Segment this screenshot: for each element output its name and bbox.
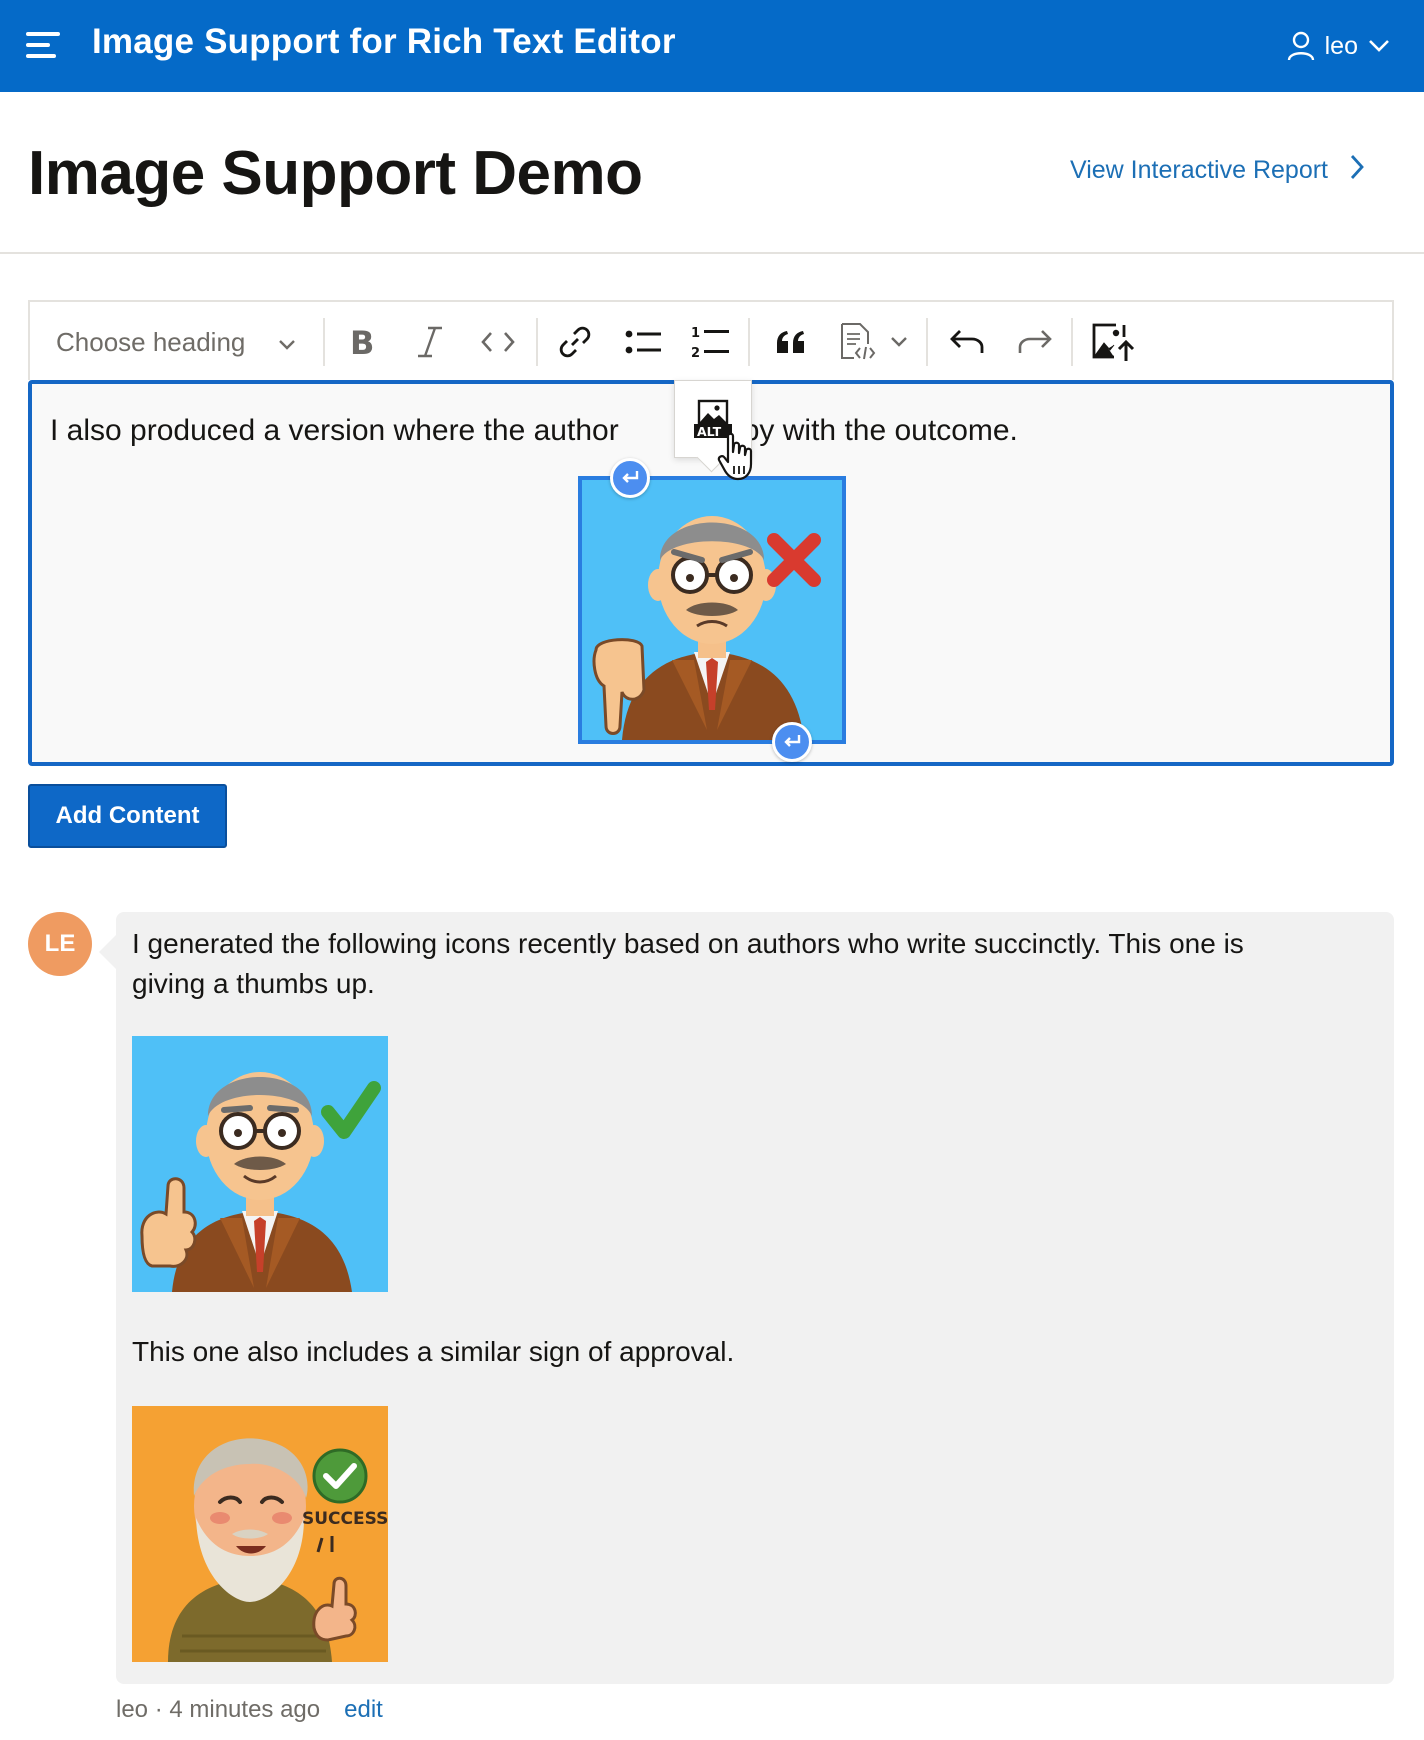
report-link-label: View Interactive Report bbox=[1070, 156, 1328, 184]
editor-paragraph[interactable]: I also produced a version where the auth… bbox=[50, 414, 1018, 448]
insert-image-icon bbox=[1092, 323, 1135, 361]
redo-button[interactable] bbox=[1010, 316, 1060, 368]
rich-text-editor[interactable]: I also produced a version where the auth… bbox=[28, 380, 1394, 766]
numbered-list-icon: 1 2 bbox=[691, 326, 729, 361]
editor-toolbar: Choose heading B 1 2 bbox=[28, 300, 1394, 380]
page-title-region: Image Support Demo View Interactive Repo… bbox=[0, 92, 1424, 254]
comment-paragraph: I generated the following icons recently… bbox=[132, 928, 1244, 999]
app-header: Image Support for Rich Text Editor leo bbox=[0, 0, 1424, 92]
meta-separator: · bbox=[148, 1696, 170, 1723]
bold-icon: B bbox=[350, 324, 374, 362]
undo-icon bbox=[950, 330, 984, 353]
chevron-down-icon bbox=[891, 337, 907, 347]
svg-text:1: 1 bbox=[691, 326, 700, 341]
italic-button[interactable] bbox=[405, 316, 455, 368]
author-thumbs-down-image[interactable] bbox=[578, 476, 846, 744]
toolbar-divider bbox=[1071, 318, 1073, 366]
bulleted-list-button[interactable] bbox=[618, 316, 668, 368]
edit-link[interactable]: edit bbox=[344, 1696, 383, 1724]
insert-paragraph-before-icon[interactable] bbox=[610, 458, 650, 498]
block-quote-button[interactable] bbox=[766, 316, 816, 368]
user-name: leo bbox=[1324, 31, 1358, 60]
comment-author: leo bbox=[116, 1696, 149, 1723]
code-icon bbox=[481, 332, 515, 352]
user-menu[interactable]: leo bbox=[1287, 26, 1390, 66]
link-icon bbox=[559, 326, 591, 358]
app-title[interactable]: Image Support for Rich Text Editor bbox=[92, 22, 676, 62]
toolbar-divider bbox=[536, 318, 538, 366]
link-button[interactable] bbox=[550, 316, 600, 368]
code-block-button[interactable] bbox=[833, 316, 883, 368]
toolbar-divider bbox=[323, 318, 325, 366]
italic-icon bbox=[418, 326, 442, 358]
add-content-button[interactable]: Add Content bbox=[28, 784, 227, 848]
undo-button[interactable] bbox=[942, 316, 992, 368]
code-block-language-dropdown[interactable] bbox=[882, 316, 916, 368]
toolbar-divider bbox=[926, 318, 928, 366]
comment-paragraph: This one also includes a similar sign of… bbox=[132, 1336, 735, 1367]
pointer-hand-cursor-icon bbox=[717, 432, 758, 487]
chevron-down-icon bbox=[1368, 39, 1390, 53]
block-quote-icon bbox=[777, 331, 804, 353]
chevron-down-icon bbox=[278, 327, 296, 358]
chevron-right-icon bbox=[1350, 154, 1364, 187]
bulleted-list-icon bbox=[625, 330, 661, 354]
hamburger-menu-icon[interactable] bbox=[26, 30, 62, 60]
author-thumbs-up-image bbox=[132, 1036, 388, 1292]
redo-icon bbox=[1018, 330, 1052, 353]
heading-dropdown-label: Choose heading bbox=[56, 326, 246, 357]
user-icon bbox=[1287, 31, 1315, 61]
numbered-list-button[interactable]: 1 2 bbox=[685, 316, 735, 368]
comment-timestamp: 4 minutes ago bbox=[169, 1696, 321, 1723]
page-title: Image Support Demo bbox=[28, 139, 643, 208]
comment-body: I generated the following icons recently… bbox=[116, 912, 1394, 1684]
comment-meta: leo · 4 minutes ago edit bbox=[116, 1696, 383, 1724]
toolbar-divider bbox=[748, 318, 750, 366]
code-block-icon bbox=[841, 323, 876, 360]
svg-text:B: B bbox=[350, 324, 374, 362]
svg-text:2: 2 bbox=[691, 346, 700, 361]
heading-dropdown[interactable]: Choose heading bbox=[56, 320, 296, 364]
avatar: LE bbox=[28, 912, 92, 976]
view-interactive-report-link[interactable]: View Interactive Report bbox=[1070, 154, 1364, 187]
author-success-image: SUCCESS! bbox=[132, 1406, 388, 1662]
code-button[interactable] bbox=[473, 316, 523, 368]
success-caption: SUCCESS! bbox=[302, 1509, 388, 1529]
editor-text-before: I also produced a version where the auth… bbox=[50, 414, 619, 447]
insert-image-button[interactable] bbox=[1088, 316, 1138, 368]
insert-paragraph-after-icon[interactable] bbox=[772, 722, 812, 762]
bold-button[interactable]: B bbox=[337, 316, 387, 368]
